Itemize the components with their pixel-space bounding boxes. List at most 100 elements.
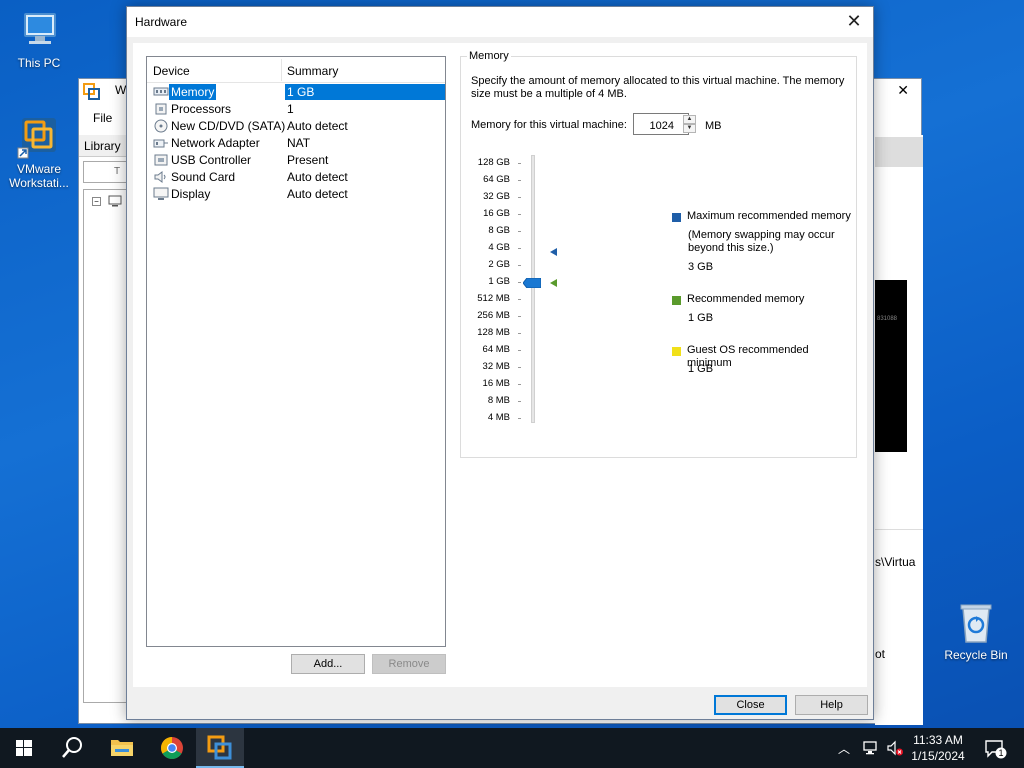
- device-row-display[interactable]: Display Auto detect: [149, 186, 445, 202]
- volume-muted-icon[interactable]: [886, 739, 904, 757]
- taskbar-chrome[interactable]: [148, 728, 196, 768]
- memory-spinner[interactable]: ▲ ▼: [683, 115, 696, 133]
- scale-tick: [518, 231, 521, 232]
- processor-icon: [155, 103, 167, 115]
- remove-device-button[interactable]: Remove: [372, 654, 446, 674]
- search-icon: [62, 737, 82, 758]
- scale-tick: [518, 401, 521, 402]
- spin-up-arrow-icon[interactable]: ▲: [683, 115, 696, 124]
- clock-time: 11:33 AM: [913, 733, 963, 747]
- scale-tick: [518, 299, 521, 300]
- desktop-icon-this-pc[interactable]: This PC: [3, 8, 75, 70]
- scale-tick: [518, 333, 521, 334]
- network-icon[interactable]: [862, 739, 880, 757]
- taskbar: ︿ 11:33 AM 1/15/2024 1: [0, 728, 1024, 768]
- memory-slider-track[interactable]: [531, 155, 535, 423]
- library-tree[interactable]: −: [83, 189, 127, 703]
- scale-tick: [518, 282, 521, 283]
- device-row-memory[interactable]: Memory 1 GB: [149, 84, 445, 100]
- device-summary: NAT: [287, 136, 311, 150]
- memory-field-label: Memory for this virtual machine:: [471, 119, 627, 131]
- vmware-icon: [17, 118, 56, 159]
- start-button[interactable]: [0, 728, 48, 768]
- device-row-network-adapter[interactable]: Network Adapter NAT: [149, 135, 445, 151]
- close-icon[interactable]: ✕: [843, 11, 865, 33]
- memory-unit-label: MB: [705, 120, 722, 132]
- chevron-up-icon[interactable]: ︿: [838, 740, 850, 757]
- close-button[interactable]: Close: [714, 695, 787, 715]
- max-recommended-marker-icon: [550, 248, 557, 256]
- device-summary: 1: [287, 102, 294, 116]
- scale-tick: [518, 418, 521, 419]
- dialog-titlebar[interactable]: Hardware ✕: [127, 7, 873, 37]
- menu-file[interactable]: File: [93, 111, 112, 125]
- vmware-icon: [207, 735, 232, 760]
- recommended-marker-icon: [550, 279, 557, 287]
- spin-down-arrow-icon[interactable]: ▼: [683, 124, 696, 133]
- taskbar-search-button[interactable]: [48, 728, 96, 768]
- device-name: Processors: [171, 102, 232, 116]
- desktop-icon-vmware[interactable]: VMware Workstati...: [3, 114, 75, 190]
- taskbar-clock[interactable]: 11:33 AM 1/15/2024: [906, 732, 970, 764]
- memory-group-title: Memory: [467, 50, 511, 62]
- dialog-title: Hardware: [135, 15, 188, 29]
- memory-size-input[interactable]: [633, 113, 689, 135]
- scale-label: 4 GB: [488, 242, 510, 253]
- scale-label: 1 GB: [488, 276, 510, 287]
- desktop-icon-recycle-bin[interactable]: Recycle Bin: [938, 600, 1014, 662]
- scale-tick: [518, 265, 521, 266]
- scale-label: 128 MB: [477, 327, 510, 338]
- sound-card-icon: [154, 171, 166, 183]
- max-recommended-swatch: [672, 213, 681, 222]
- vm-console-thumbnail[interactable]: 831088: [875, 280, 907, 452]
- device-name: Network Adapter: [171, 136, 260, 150]
- file-explorer-icon: [111, 740, 133, 756]
- scale-label: 32 MB: [482, 361, 510, 372]
- tab-strip: [875, 137, 923, 167]
- scale-label: 32 GB: [483, 191, 510, 202]
- scale-label: 64 MB: [482, 344, 510, 355]
- max-recommended-label: Maximum recommended memory: [687, 210, 851, 222]
- column-header-device[interactable]: Device: [153, 64, 190, 78]
- scale-tick: [518, 350, 521, 351]
- device-row-sound-card[interactable]: Sound Card Auto detect: [149, 169, 445, 185]
- scale-label: 64 GB: [483, 174, 510, 185]
- library-search-input[interactable]: T: [83, 161, 127, 183]
- notification-icon[interactable]: 1: [984, 738, 1008, 760]
- column-header-summary[interactable]: Summary: [287, 64, 338, 78]
- device-name: Memory: [169, 84, 217, 100]
- taskbar-vmware[interactable]: [196, 728, 244, 768]
- device-row-usb-controller[interactable]: USB Controller Present: [149, 152, 445, 168]
- memory-slider-thumb[interactable]: [523, 278, 541, 288]
- guest-min-swatch: [672, 347, 681, 356]
- network-adapter-icon: [153, 139, 168, 148]
- scale-label: 16 MB: [482, 378, 510, 389]
- display-icon: [153, 187, 169, 200]
- close-icon[interactable]: ✕: [897, 82, 909, 99]
- vmware-logo-icon: [83, 83, 100, 100]
- this-pc-icon: [24, 13, 56, 44]
- memory-description: Specify the amount of memory allocated t…: [471, 75, 845, 100]
- scale-tick: [518, 180, 521, 181]
- device-row-cd-dvd[interactable]: New CD/DVD (SATA) Auto detect: [149, 118, 445, 134]
- main-content-pane: 831088 s\Virtua ot: [875, 135, 923, 725]
- max-recommended-note: (Memory swapping may occur beyond this s…: [688, 229, 835, 254]
- vm-detail-text: ot: [875, 647, 886, 661]
- scale-tick: [518, 197, 521, 198]
- column-separator[interactable]: [281, 59, 282, 81]
- device-list[interactable]: Device Summary Memory 1 GB Processors 1 …: [146, 56, 446, 647]
- scale-label: 16 GB: [483, 208, 510, 219]
- desktop-icon-label: Recycle Bin: [944, 648, 1008, 662]
- device-summary: 1 GB: [287, 85, 315, 99]
- taskbar-file-explorer[interactable]: [98, 728, 146, 768]
- hardware-dialog: Hardware ✕ Device Summary Memory 1 GB Pr…: [126, 6, 874, 720]
- device-row-processors[interactable]: Processors 1: [149, 101, 445, 117]
- scale-tick: [518, 316, 521, 317]
- scale-tick: [518, 248, 521, 249]
- recommended-swatch: [672, 296, 681, 305]
- add-device-button[interactable]: Add...: [291, 654, 365, 674]
- help-button[interactable]: Help: [795, 695, 868, 715]
- tree-collapse-icon[interactable]: −: [92, 197, 101, 206]
- clock-date: 1/15/2024: [911, 749, 965, 763]
- device-name: New CD/DVD (SATA): [171, 119, 286, 133]
